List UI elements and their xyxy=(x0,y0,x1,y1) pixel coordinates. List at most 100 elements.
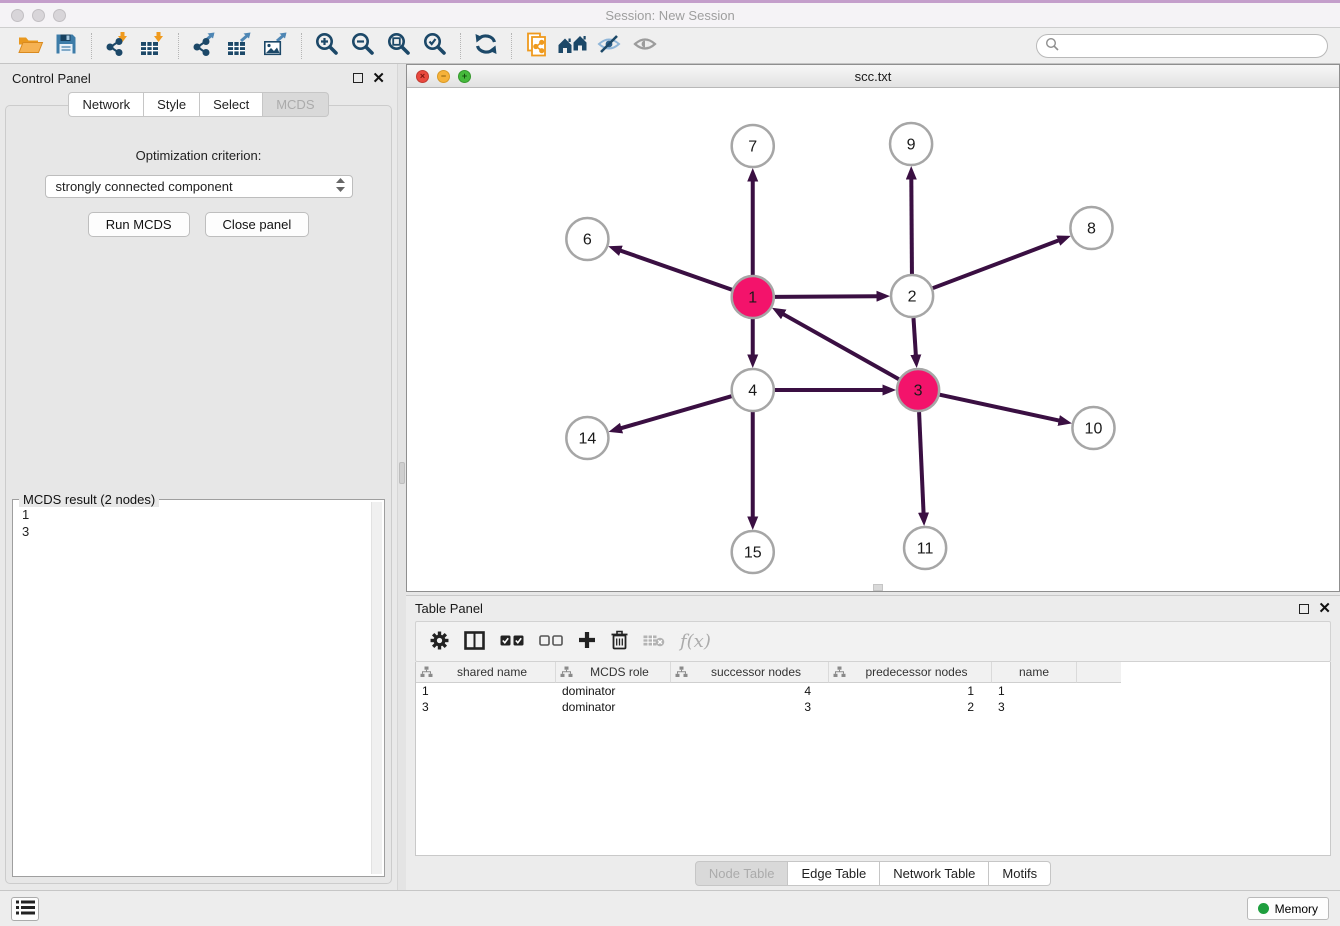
zoom-out-button[interactable] xyxy=(345,31,381,61)
edge-1-2[interactable] xyxy=(775,296,877,297)
show-panel-button[interactable] xyxy=(627,31,663,61)
table-tabs: Node TableEdge TableNetwork TableMotifs xyxy=(415,856,1331,890)
deselect-all-icon xyxy=(539,634,563,650)
zoom-fit-button[interactable] xyxy=(381,31,417,61)
column-header-MCDS-role[interactable]: MCDS role xyxy=(556,662,671,683)
export-table-button[interactable] xyxy=(222,31,258,61)
close-panel-icon[interactable]: ✕ xyxy=(372,71,385,86)
run-mcds-button[interactable]: Run MCDS xyxy=(88,212,190,237)
result-scrollbar[interactable] xyxy=(371,502,382,874)
mcds-result-list: 1 3 xyxy=(13,500,384,876)
tab-edge-table[interactable]: Edge Table xyxy=(788,861,880,886)
add-row-button[interactable] xyxy=(578,627,596,657)
deselect-all-button[interactable] xyxy=(539,627,563,657)
edge-2-8[interactable] xyxy=(933,240,1059,288)
cell-predecessor-nodes: 1 xyxy=(829,684,992,698)
zoom-selected-icon xyxy=(422,31,448,60)
table-row[interactable]: 1dominator411 xyxy=(416,683,1330,699)
network-window-title: scc.txt xyxy=(407,69,1339,84)
network-canvas[interactable]: 7968124314101511 xyxy=(407,88,1339,591)
edge-2-9[interactable] xyxy=(911,179,912,274)
import-network-button[interactable] xyxy=(99,31,135,61)
close-table-panel-icon[interactable]: ✕ xyxy=(1318,601,1331,616)
column-header-filler xyxy=(1077,662,1121,683)
mcds-result-box: MCDS result (2 nodes) 1 3 xyxy=(12,499,385,877)
cell-name: 3 xyxy=(992,700,1077,714)
save-session-button[interactable] xyxy=(48,31,84,61)
minimize-window-icon[interactable] xyxy=(32,9,45,22)
memory-button[interactable]: Memory xyxy=(1247,897,1329,920)
home-button[interactable] xyxy=(555,31,591,61)
edge-3-1[interactable] xyxy=(783,314,899,379)
network-close-icon[interactable]: × xyxy=(416,70,429,83)
column-header-shared-name[interactable]: shared name xyxy=(416,662,556,683)
node-label-8: 8 xyxy=(1087,221,1096,238)
close-window-icon[interactable] xyxy=(11,9,24,22)
window-controls xyxy=(11,9,66,22)
vertical-splitter[interactable] xyxy=(397,64,406,890)
export-table-icon xyxy=(228,32,252,59)
hide-panel-button[interactable] xyxy=(591,31,627,61)
stepper-icon xyxy=(335,177,346,196)
column-header-name[interactable]: name xyxy=(992,662,1077,683)
close-panel-button[interactable]: Close panel xyxy=(205,212,310,237)
mcds-result-title: MCDS result (2 nodes) xyxy=(19,492,159,507)
edge-3-10[interactable] xyxy=(940,395,1060,421)
control-panel: Control Panel ✕ NetworkStyleSelectMCDS O… xyxy=(0,64,397,890)
refresh-icon xyxy=(473,32,499,59)
float-panel-icon[interactable] xyxy=(353,73,363,83)
cell-successor-nodes: 4 xyxy=(671,684,829,698)
float-table-panel-icon[interactable] xyxy=(1299,604,1309,614)
search-field[interactable] xyxy=(1036,34,1328,58)
cell-successor-nodes: 3 xyxy=(671,700,829,714)
edge-1-6[interactable] xyxy=(620,251,731,290)
toolbar-separator xyxy=(511,33,512,59)
column-header-successor-nodes[interactable]: successor nodes xyxy=(671,662,829,683)
network-zoom-icon[interactable]: + xyxy=(458,70,471,83)
node-label-7: 7 xyxy=(748,139,757,156)
select-all-icon xyxy=(500,634,524,650)
import-table-button[interactable] xyxy=(135,31,171,61)
open-session-icon xyxy=(17,33,44,58)
network-graph: 7968124314101511 xyxy=(407,88,1339,591)
zoom-in-button[interactable] xyxy=(309,31,345,61)
node-label-3: 3 xyxy=(914,383,923,400)
search-icon xyxy=(1045,37,1059,54)
tab-select[interactable]: Select xyxy=(200,92,263,117)
network-resize-grip[interactable] xyxy=(873,584,883,591)
tab-mcds[interactable]: MCDS xyxy=(263,92,328,117)
tab-node-table[interactable]: Node Table xyxy=(695,861,789,886)
export-network-button[interactable] xyxy=(186,31,222,61)
tab-network-table[interactable]: Network Table xyxy=(880,861,989,886)
network-minimize-icon[interactable]: − xyxy=(437,70,450,83)
split-panel-icon xyxy=(464,631,485,653)
show-panel-icon xyxy=(632,34,658,57)
optimization-criterion-select[interactable]: strongly connected component xyxy=(45,175,353,198)
column-label: successor nodes xyxy=(688,665,824,679)
search-input[interactable] xyxy=(1064,39,1319,53)
edge-3-11[interactable] xyxy=(919,412,923,513)
table-settings-icon xyxy=(430,631,449,653)
clone-network-button[interactable] xyxy=(519,31,555,61)
split-panel-button[interactable] xyxy=(464,627,485,657)
task-history-button[interactable] xyxy=(11,897,39,921)
tab-style[interactable]: Style xyxy=(144,92,200,117)
export-image-button[interactable] xyxy=(258,31,294,61)
open-session-button[interactable] xyxy=(12,31,48,61)
maximize-window-icon[interactable] xyxy=(53,9,66,22)
zoom-selected-button[interactable] xyxy=(417,31,453,61)
splitter-grip[interactable] xyxy=(399,462,405,484)
home-icon xyxy=(558,33,588,58)
status-bar: Memory xyxy=(0,890,1340,926)
table-row[interactable]: 3dominator323 xyxy=(416,699,1330,715)
column-header-predecessor-nodes[interactable]: predecessor nodes xyxy=(829,662,992,683)
cell-name: 1 xyxy=(992,684,1077,698)
edge-4-14[interactable] xyxy=(621,396,732,428)
tab-network[interactable]: Network xyxy=(68,92,144,117)
edge-2-3[interactable] xyxy=(913,318,915,355)
select-all-button[interactable] xyxy=(500,627,524,657)
delete-row-button[interactable] xyxy=(611,627,628,657)
table-settings-button[interactable] xyxy=(430,627,449,657)
tab-motifs[interactable]: Motifs xyxy=(989,861,1051,886)
refresh-button[interactable] xyxy=(468,31,504,61)
